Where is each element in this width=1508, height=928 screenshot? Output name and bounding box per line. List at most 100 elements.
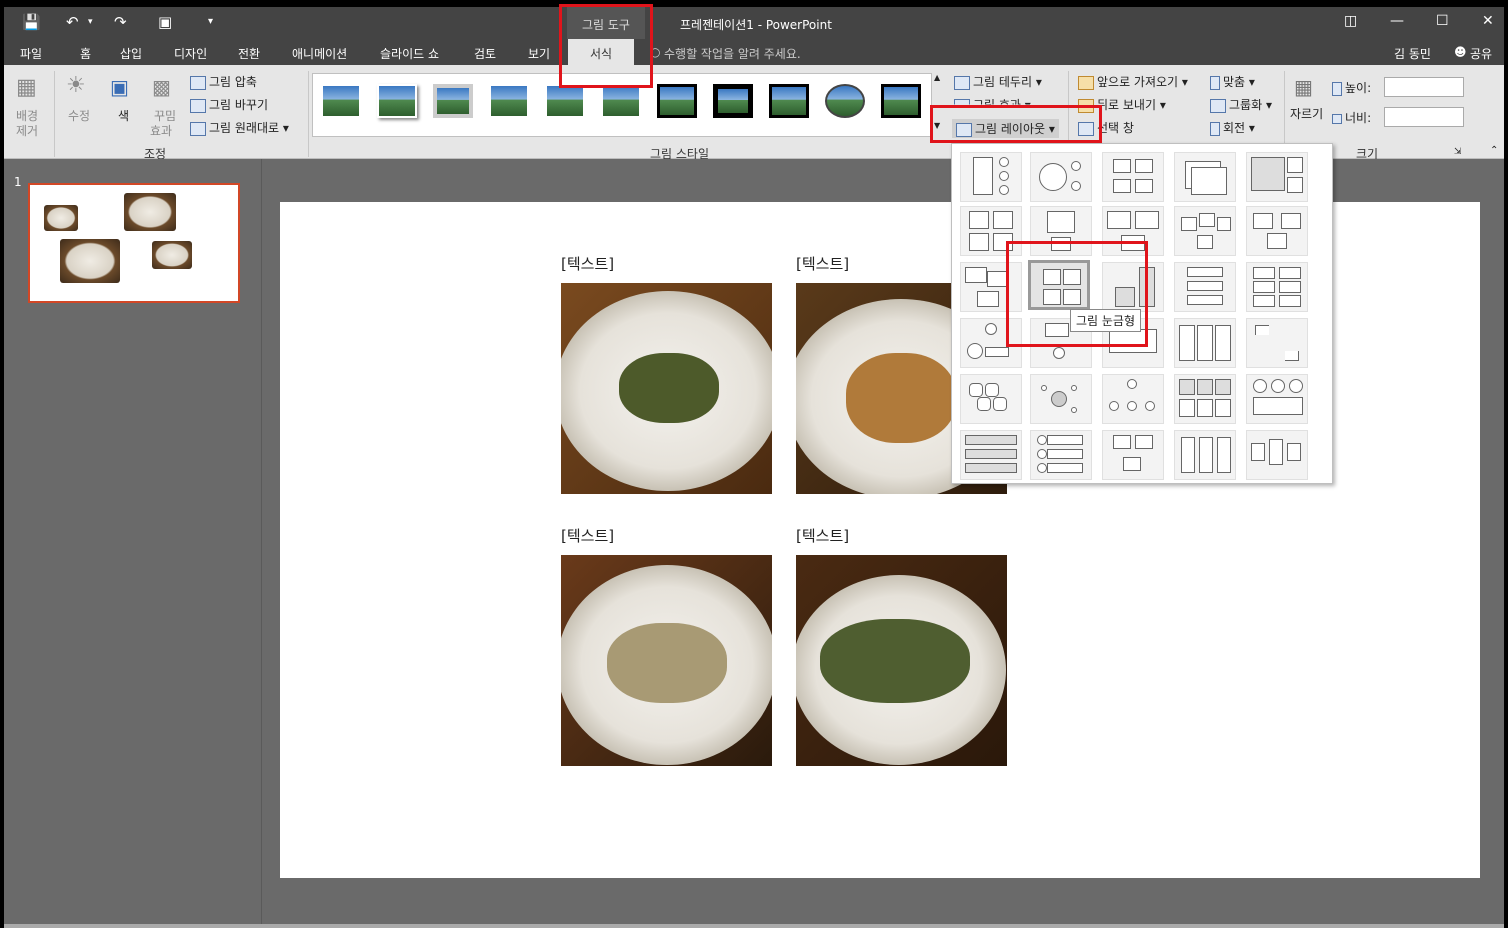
style-thumb[interactable] [433, 84, 473, 118]
layout-option[interactable] [1174, 262, 1236, 312]
remove-background-label-2[interactable]: 제거 [16, 122, 38, 139]
collapse-ribbon-icon[interactable]: ⌃ [1490, 145, 1498, 156]
undo-dropdown-icon[interactable]: ▾ [88, 17, 93, 27]
layout-option[interactable] [1174, 430, 1236, 480]
reset-picture-button[interactable]: 그림 원래대로 ▾ [190, 119, 289, 136]
layout-option[interactable] [1174, 152, 1236, 202]
ribbon-display-options-icon[interactable]: ◫ [1344, 13, 1357, 29]
layout-option[interactable] [1102, 374, 1164, 424]
close-icon[interactable]: ✕ [1482, 13, 1494, 29]
layout-option[interactable] [1246, 262, 1308, 312]
style-thumb[interactable] [825, 84, 865, 118]
change-picture-button[interactable]: 그림 바꾸기 [190, 96, 268, 113]
tab-slideshow[interactable]: 슬라이드 쇼 [380, 45, 439, 62]
bring-forward-button[interactable]: 앞으로 가져오기 ▾ [1078, 73, 1188, 90]
share-button[interactable]: 공유 [1470, 45, 1492, 62]
tab-animations[interactable]: 애니메이션 [292, 45, 347, 62]
food-photo[interactable] [796, 555, 1007, 766]
food-photo[interactable] [561, 283, 772, 494]
artistic-effects-label-2[interactable]: 효과 [150, 122, 172, 139]
slide-thumbnail[interactable] [28, 183, 240, 303]
crop-button[interactable]: 자르기 [1290, 105, 1323, 122]
corrections-icon[interactable]: ☀ [66, 73, 86, 98]
slideshow-from-start-icon[interactable]: ▣ [158, 13, 172, 31]
tab-transitions[interactable]: 전환 [238, 45, 260, 62]
shape [1199, 437, 1213, 473]
style-thumb[interactable] [713, 84, 753, 118]
undo-icon[interactable]: ↶ [66, 13, 79, 31]
maximize-icon[interactable]: ☐ [1436, 13, 1449, 29]
style-thumb[interactable] [769, 84, 809, 118]
share-icon[interactable]: ☻ [1454, 45, 1467, 59]
group-icon [1210, 98, 1226, 113]
shape [1135, 179, 1153, 193]
group-button[interactable]: 그룹화 ▾ [1210, 96, 1272, 113]
customize-qat-icon[interactable]: ▾ [208, 16, 213, 27]
minimize-icon[interactable]: — [1390, 13, 1404, 29]
gallery-scroll-up-icon[interactable]: ▲ [934, 73, 940, 82]
layout-option[interactable] [1174, 206, 1236, 256]
shape [985, 347, 1009, 357]
picture-border-button[interactable]: 그림 테두리 ▾ [954, 73, 1042, 90]
crop-icon[interactable]: ▦ [1294, 75, 1313, 99]
layout-option[interactable] [960, 374, 1022, 424]
style-thumb[interactable] [881, 84, 921, 118]
layout-option[interactable] [1246, 152, 1308, 202]
shape [969, 211, 989, 229]
layout-option[interactable] [1246, 318, 1308, 368]
remove-background-icon[interactable]: ▦ [16, 75, 37, 100]
placeholder-text[interactable]: [텍스트] [561, 253, 614, 274]
style-thumb[interactable] [489, 84, 529, 118]
color-button[interactable]: 색 [118, 107, 129, 124]
shape [1187, 295, 1223, 305]
tab-design[interactable]: 디자인 [174, 45, 207, 62]
color-icon[interactable]: ▣ [110, 75, 129, 99]
tab-review[interactable]: 검토 [474, 45, 496, 62]
rotate-button[interactable]: 회전 ▾ [1210, 119, 1255, 136]
corrections-button[interactable]: 수정 [68, 107, 90, 124]
placeholder-text[interactable]: [텍스트] [796, 253, 849, 274]
layout-option[interactable] [1174, 374, 1236, 424]
style-thumb[interactable] [601, 84, 641, 118]
layout-option[interactable] [1246, 430, 1308, 480]
shape [1135, 211, 1159, 229]
thumb-photo [152, 241, 192, 269]
height-input[interactable] [1384, 77, 1464, 97]
selection-pane-label: 선택 창 [1097, 121, 1134, 135]
style-thumb[interactable] [377, 84, 417, 118]
layout-option[interactable] [960, 152, 1022, 202]
layout-option[interactable] [1174, 318, 1236, 368]
layout-option[interactable] [960, 430, 1022, 480]
user-name[interactable]: 김 동민 [1394, 45, 1431, 62]
tab-insert[interactable]: 삽입 [120, 45, 142, 62]
layout-option[interactable] [1030, 374, 1092, 424]
redo-icon[interactable]: ↷ [114, 13, 127, 31]
artistic-effects-icon[interactable]: ▩ [152, 75, 171, 99]
tab-file[interactable]: 파일 [20, 45, 42, 62]
shape [1215, 325, 1231, 361]
layout-option[interactable] [1030, 152, 1092, 202]
placeholder-text[interactable]: [텍스트] [796, 525, 849, 546]
placeholder-text[interactable]: [텍스트] [561, 525, 614, 546]
tell-me-input[interactable]: 수행할 작업을 알려 주세요. [664, 45, 801, 62]
layout-option[interactable] [1102, 152, 1164, 202]
width-input[interactable] [1384, 107, 1464, 127]
layout-option[interactable] [1030, 430, 1092, 480]
align-button[interactable]: 맞춤 ▾ [1210, 73, 1255, 90]
layout-option[interactable] [1102, 430, 1164, 480]
style-thumb[interactable] [545, 84, 585, 118]
shape [999, 185, 1009, 195]
rotate-label: 회전 [1223, 121, 1246, 135]
tab-view[interactable]: 보기 [528, 45, 550, 62]
food-photo[interactable] [561, 555, 772, 766]
style-thumb[interactable] [321, 84, 361, 118]
powerpoint-window: 💾 ↶ ▾ ↷ ▣ ▾ 그림 도구 프레젠테이션1 - PowerPoint ◫… [0, 0, 1508, 928]
shape [1047, 211, 1075, 233]
layout-option[interactable] [1246, 374, 1308, 424]
layout-option[interactable] [1246, 206, 1308, 256]
tab-home[interactable]: 홈 [80, 45, 91, 62]
size-dialog-launcher-icon[interactable]: ⇲ [1454, 147, 1462, 157]
compress-pictures-button[interactable]: 그림 압축 [190, 73, 257, 90]
save-icon[interactable]: 💾 [22, 13, 41, 31]
style-thumb[interactable] [657, 84, 697, 118]
